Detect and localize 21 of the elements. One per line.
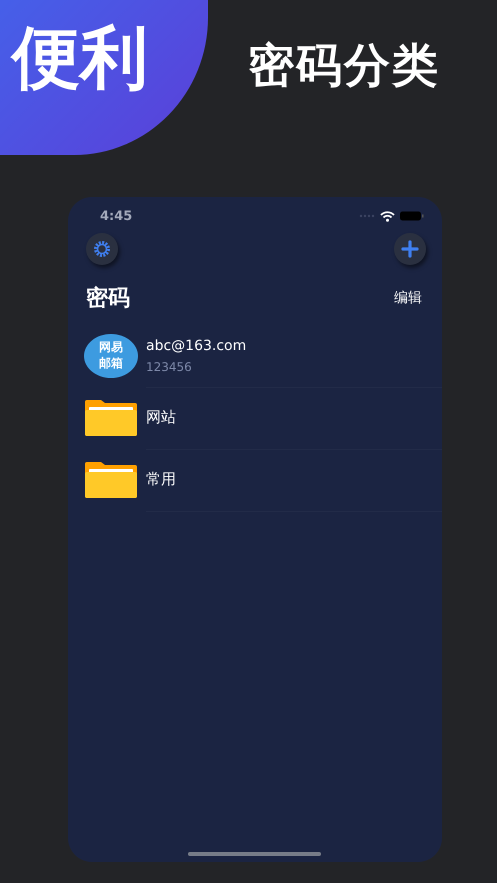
- status-time: 4:45: [100, 208, 132, 224]
- add-button[interactable]: [394, 233, 426, 265]
- folder-name: 常用: [146, 470, 177, 489]
- folder-name: 网站: [146, 408, 177, 427]
- badge-text: 便利: [12, 18, 148, 100]
- list-row[interactable]: 网易邮箱 abc@163.com 123456: [68, 325, 442, 387]
- plus-icon: [401, 240, 419, 258]
- account-password: 123456: [146, 360, 193, 374]
- battery-icon: [400, 211, 424, 221]
- page-title: 密码: [86, 284, 130, 313]
- headline: 密码分类: [248, 38, 440, 94]
- list-row[interactable]: 网站: [68, 387, 442, 449]
- settings-icon: [91, 238, 113, 260]
- edit-button[interactable]: 编辑: [394, 289, 422, 307]
- avatar: 网易邮箱: [84, 334, 138, 378]
- settings-button[interactable]: [86, 233, 118, 265]
- list-row[interactable]: 常用: [68, 449, 442, 511]
- folder-icon: [84, 461, 138, 499]
- folder-icon: [84, 399, 138, 437]
- account-name: abc@163.com: [146, 338, 248, 354]
- wifi-icon: [380, 210, 395, 222]
